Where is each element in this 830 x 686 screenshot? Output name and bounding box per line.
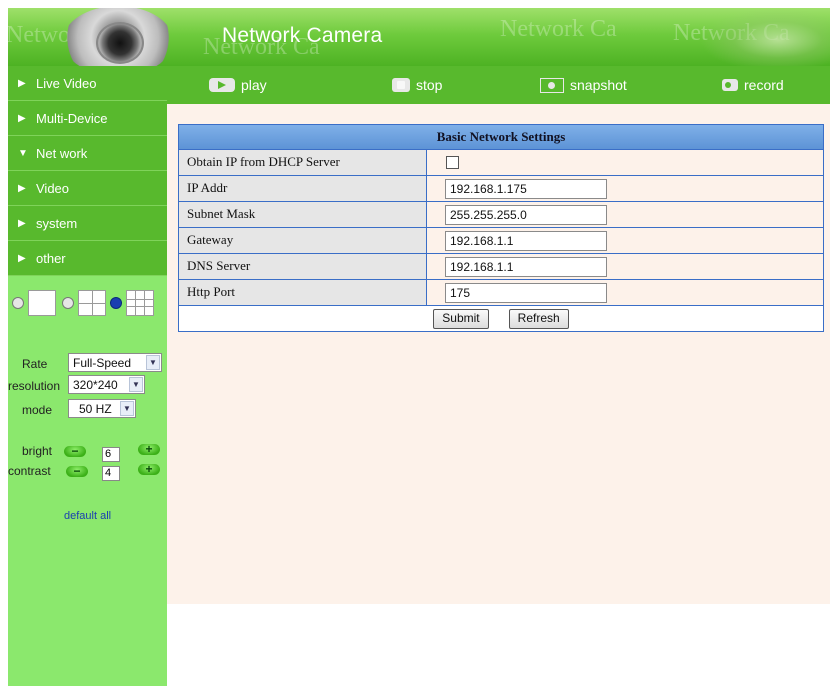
resolution-select[interactable]: 320*240 ▼	[68, 375, 145, 394]
contrast-decrease-button[interactable]: −	[66, 465, 88, 477]
sidebar: ▶ Live Video ▶ Multi-Device ▼ Net work ▶…	[8, 66, 167, 686]
contrast-label: contrast	[8, 464, 51, 478]
camera-icon	[540, 77, 564, 93]
layout-nine-radio[interactable]	[110, 297, 122, 309]
stop-icon	[392, 78, 410, 92]
play-label: play	[241, 77, 267, 93]
snapshot-label: snapshot	[570, 77, 627, 93]
sidebar-item-multi-device[interactable]: ▶ Multi-Device	[8, 101, 167, 136]
rate-label: Rate	[22, 357, 48, 371]
record-icon	[722, 79, 738, 91]
panel-title: Basic Network Settings	[179, 125, 823, 149]
sidebar-item-video[interactable]: ▶ Video	[8, 171, 167, 206]
decorative-flare	[700, 8, 830, 66]
settings-row: DNS Server 192.168.1.1	[179, 253, 823, 279]
mode-select[interactable]: 50 HZ ▼	[68, 399, 136, 418]
single-view-icon	[28, 290, 56, 316]
layout-single-radio[interactable]	[12, 297, 24, 309]
subnet-mask-input[interactable]: 255.255.255.0	[445, 204, 607, 225]
rate-value: Full-Speed	[73, 355, 132, 370]
settings-row: IP Addr 192.168.1.175	[179, 175, 823, 201]
sidebar-item-network[interactable]: ▼ Net work	[8, 136, 167, 171]
stop-button[interactable]: stop	[392, 66, 442, 104]
ip-label: IP Addr	[179, 176, 427, 201]
http-port-label: Http Port	[179, 280, 427, 305]
resolution-value: 320*240	[73, 377, 118, 392]
button-row: Submit Refresh	[179, 305, 823, 331]
stop-label: stop	[416, 77, 443, 93]
view-layout-selector	[8, 288, 167, 318]
mode-label: mode	[22, 403, 53, 417]
http-port-input[interactable]: 175	[445, 282, 607, 303]
play-icon	[209, 78, 235, 92]
triangle-right-icon: ▶	[18, 252, 26, 264]
watermark-text: Network Ca	[500, 16, 617, 42]
triangle-right-icon: ▶	[18, 77, 26, 89]
record-label: record	[744, 77, 784, 93]
triangle-down-icon: ▼	[18, 147, 28, 159]
dns-server-input[interactable]: 192.168.1.1	[445, 256, 607, 277]
sidebar-item-label: Live Video	[36, 75, 97, 91]
nine-view-icon	[126, 290, 154, 316]
dns-label: DNS Server	[179, 254, 427, 279]
dhcp-label: Obtain IP from DHCP Server	[179, 150, 427, 175]
gateway-label: Gateway	[179, 228, 427, 253]
chevron-down-icon: ▼	[120, 401, 134, 416]
sidebar-item-live-video[interactable]: ▶ Live Video	[8, 66, 167, 101]
chevron-down-icon: ▼	[129, 377, 143, 392]
bright-value: 6	[102, 447, 120, 462]
rate-select[interactable]: Full-Speed ▼	[68, 353, 162, 372]
ip-address-input[interactable]: 192.168.1.175	[445, 178, 607, 199]
sidebar-item-label: other	[36, 250, 66, 266]
settings-row: Http Port 175	[179, 279, 823, 305]
dhcp-checkbox[interactable]	[446, 156, 459, 169]
settings-row: Gateway 192.168.1.1	[179, 227, 823, 253]
sidebar-item-label: system	[36, 215, 78, 231]
sidebar-item-label: Multi-Device	[36, 110, 108, 126]
subnet-label: Subnet Mask	[179, 202, 427, 227]
triangle-right-icon: ▶	[18, 112, 26, 124]
app-title: Network Camera	[222, 24, 383, 47]
sidebar-item-label: Video	[36, 180, 70, 196]
settings-row: Obtain IP from DHCP Server	[179, 149, 823, 175]
mode-value: 50 HZ	[79, 401, 112, 416]
triangle-right-icon: ▶	[18, 182, 26, 194]
network-settings-panel: Basic Network Settings Obtain IP from DH…	[178, 124, 824, 332]
layout-quad-radio[interactable]	[62, 297, 74, 309]
refresh-button[interactable]: Refresh	[508, 308, 569, 329]
submit-button[interactable]: Submit	[433, 308, 489, 329]
quad-view-icon	[78, 290, 106, 316]
sidebar-item-system[interactable]: ▶ system	[8, 206, 167, 241]
sidebar-item-other[interactable]: ▶ other	[8, 241, 167, 276]
sidebar-item-label: Net work	[36, 145, 88, 161]
snapshot-button[interactable]: snapshot	[540, 66, 627, 104]
video-toolbar: play stop snapshot record	[167, 66, 830, 104]
default-all-link[interactable]: default all	[64, 510, 111, 522]
camera-lens-icon	[96, 22, 144, 64]
chevron-down-icon: ▼	[146, 355, 160, 370]
settings-row: Subnet Mask 255.255.255.0	[179, 201, 823, 227]
record-button[interactable]: record	[722, 66, 784, 104]
resolution-label: resolution	[8, 379, 61, 393]
bright-increase-button[interactable]: +	[138, 443, 160, 455]
triangle-right-icon: ▶	[18, 217, 26, 229]
contrast-value: 4	[102, 466, 120, 481]
contrast-increase-button[interactable]: +	[138, 463, 160, 475]
bright-label: bright	[22, 444, 53, 458]
bright-decrease-button[interactable]: −	[64, 445, 86, 457]
gateway-input[interactable]: 192.168.1.1	[445, 230, 607, 251]
play-button[interactable]: play	[209, 66, 267, 104]
header-banner: Network Ca Network Ca Network Ca Network…	[8, 8, 830, 66]
